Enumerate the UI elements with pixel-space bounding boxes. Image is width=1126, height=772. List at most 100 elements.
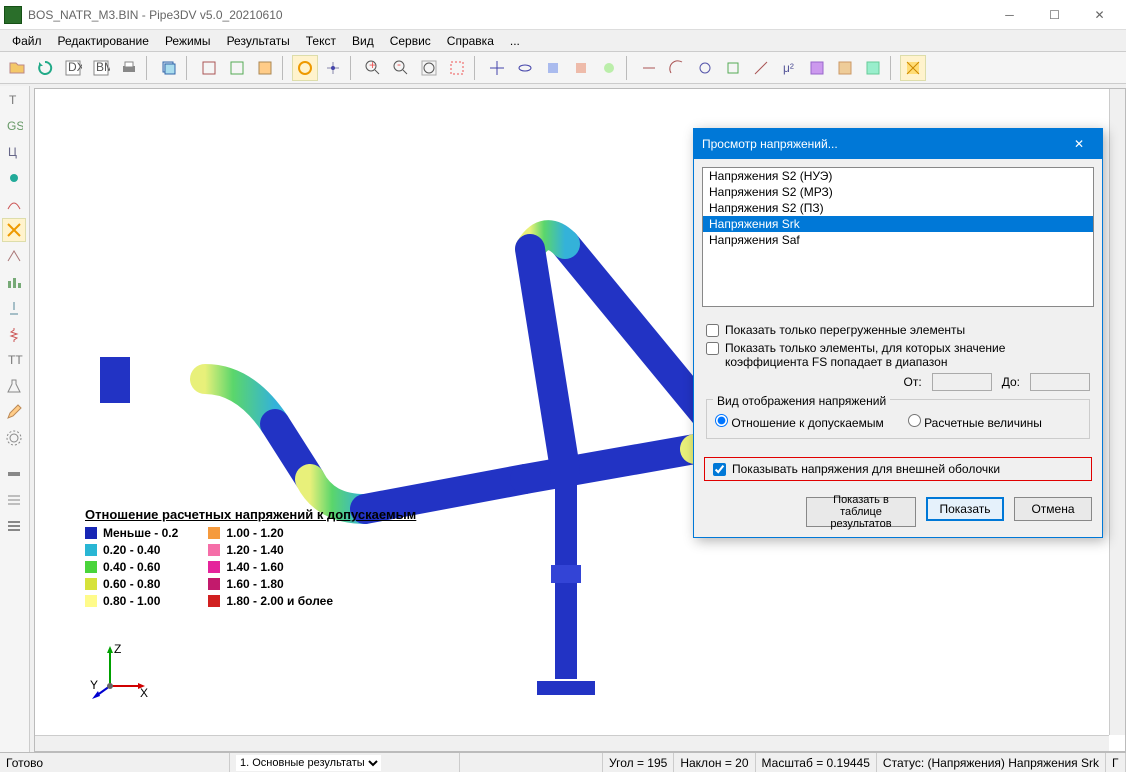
legend-col-right: 1.00 - 1.20 1.20 - 1.40 1.40 - 1.60 1.60… — [208, 524, 333, 609]
side-gear-icon[interactable] — [2, 426, 26, 450]
check-overloaded-input[interactable] — [706, 324, 719, 337]
check-outer-shell-label: Показывать напряжения для внешней оболоч… — [732, 462, 1000, 476]
radio-values[interactable]: Расчетные величины — [908, 414, 1042, 430]
side-a-icon[interactable] — [2, 244, 26, 268]
minimize-button[interactable]: ─ — [987, 1, 1032, 29]
stress-view-icon[interactable] — [900, 55, 926, 81]
list-item[interactable]: Напряжения S2 (ПЗ) — [703, 200, 1093, 216]
legend-col-left: Меньше - 0.2 0.20 - 0.40 0.40 - 0.60 0.6… — [85, 524, 178, 609]
check-outer-shell[interactable] — [713, 463, 726, 476]
side-toolbar: T GS Ц TT — [0, 86, 30, 752]
dialog-titlebar[interactable]: Просмотр напряжений... ✕ — [694, 129, 1102, 159]
list-item[interactable]: Напряжения S2 (МРЗ) — [703, 184, 1093, 200]
zoom-region-icon[interactable] — [444, 55, 470, 81]
check-fs-range[interactable]: Показать только элементы, для которых зн… — [706, 341, 1090, 369]
show-in-table-button[interactable]: Показать в таблице результатов — [806, 497, 916, 527]
side-dot-icon[interactable] — [2, 166, 26, 190]
menu-view[interactable]: Вид — [344, 32, 382, 50]
dim-icon[interactable] — [636, 55, 662, 81]
rotate-icon[interactable] — [512, 55, 538, 81]
horizontal-scrollbar[interactable] — [35, 735, 1109, 751]
side-gs-icon[interactable]: GS — [2, 114, 26, 138]
stress-list[interactable]: Напряжения S2 (НУЭ) Напряжения S2 (МРЗ) … — [702, 167, 1094, 307]
menu-edit[interactable]: Редактирование — [50, 32, 157, 50]
side-curve-icon[interactable] — [2, 192, 26, 216]
legend-title: Отношение расчетных напряжений к допуска… — [85, 507, 416, 522]
app-icon — [4, 6, 22, 24]
list-item[interactable]: Напряжения S2 (НУЭ) — [703, 168, 1093, 184]
from-input[interactable] — [932, 373, 992, 391]
legend: Отношение расчетных напряжений к допуска… — [85, 507, 416, 609]
maximize-button[interactable]: ☐ — [1032, 1, 1077, 29]
pan-icon[interactable] — [484, 55, 510, 81]
zoom-out-icon[interactable]: - — [388, 55, 414, 81]
axis-gizmo: Z X Y — [90, 641, 150, 701]
svg-text:μ²: μ² — [783, 61, 794, 75]
menu-text[interactable]: Текст — [298, 32, 344, 50]
status-tilt: Наклон = 20 — [674, 753, 755, 772]
status-spacer — [460, 753, 603, 772]
side-cut-icon[interactable] — [2, 218, 26, 242]
menu-service[interactable]: Сервис — [382, 32, 439, 50]
svg-text:Y: Y — [90, 678, 98, 692]
tool-y2[interactable] — [748, 55, 774, 81]
side-spring-icon[interactable] — [2, 322, 26, 346]
status-results-dropdown[interactable]: 1. Основные результаты — [230, 753, 460, 772]
zoom-in-icon[interactable]: + — [360, 55, 386, 81]
tool-y4[interactable] — [804, 55, 830, 81]
to-input[interactable] — [1030, 373, 1090, 391]
check-overloaded[interactable]: Показать только перегруженные элементы — [706, 323, 1090, 337]
print-icon[interactable] — [116, 55, 142, 81]
tool-y5[interactable] — [832, 55, 858, 81]
check-fs-range-input[interactable] — [706, 342, 719, 355]
tool-y6[interactable] — [860, 55, 886, 81]
circ-icon[interactable] — [692, 55, 718, 81]
svg-text:DXF: DXF — [68, 60, 82, 74]
tool-c[interactable] — [252, 55, 278, 81]
side-thick-icon[interactable] — [2, 462, 26, 486]
close-button[interactable]: ✕ — [1077, 1, 1122, 29]
open-icon[interactable] — [4, 55, 30, 81]
vertical-scrollbar[interactable] — [1109, 89, 1125, 735]
side-flask-icon[interactable] — [2, 374, 26, 398]
dxf-icon[interactable]: DXF — [60, 55, 86, 81]
list-item[interactable]: Напряжения Srk — [703, 216, 1093, 232]
menu-more[interactable]: ... — [502, 32, 528, 50]
list-item[interactable]: Напряжения Saf — [703, 232, 1093, 248]
cancel-button[interactable]: Отмена — [1014, 497, 1092, 521]
menu-results[interactable]: Результаты — [219, 32, 298, 50]
side-tt-icon[interactable]: TT — [2, 348, 26, 372]
render-mode-icon[interactable] — [292, 55, 318, 81]
side-lines2-icon[interactable] — [2, 514, 26, 538]
radio-ratio[interactable]: Отношение к допускаемым — [715, 414, 884, 430]
tool-x1[interactable] — [540, 55, 566, 81]
tool-a[interactable] — [196, 55, 222, 81]
side-lines1-icon[interactable] — [2, 488, 26, 512]
bmp-icon[interactable]: BMP — [88, 55, 114, 81]
side-support-icon[interactable] — [2, 296, 26, 320]
side-lb-icon[interactable]: Ц — [2, 140, 26, 164]
refresh-icon[interactable] — [32, 55, 58, 81]
zoom-fit-icon[interactable] — [416, 55, 442, 81]
layers-icon[interactable] — [156, 55, 182, 81]
tool-y3[interactable]: μ² — [776, 55, 802, 81]
tool-y1[interactable] — [720, 55, 746, 81]
svg-text:-: - — [397, 59, 401, 71]
dialog-close-icon[interactable]: ✕ — [1064, 129, 1094, 159]
status-g: Г — [1106, 753, 1126, 772]
tool-x3[interactable] — [596, 55, 622, 81]
side-bars-icon[interactable] — [2, 270, 26, 294]
menu-modes[interactable]: Режимы — [157, 32, 219, 50]
grid-icon[interactable] — [320, 55, 346, 81]
menu-help[interactable]: Справка — [439, 32, 502, 50]
menu-file[interactable]: Файл — [4, 32, 50, 50]
side-edit-icon[interactable] — [2, 400, 26, 424]
svg-text:Z: Z — [114, 642, 121, 656]
title-bar: BOS_NATR_M3.BIN - Pipe3DV v5.0_20210610 … — [0, 0, 1126, 30]
show-button[interactable]: Показать — [926, 497, 1004, 521]
tool-x2[interactable] — [568, 55, 594, 81]
side-text-icon[interactable]: T — [2, 88, 26, 112]
tool-b[interactable] — [224, 55, 250, 81]
arc-icon[interactable] — [664, 55, 690, 81]
window-title: BOS_NATR_M3.BIN - Pipe3DV v5.0_20210610 — [28, 8, 987, 22]
